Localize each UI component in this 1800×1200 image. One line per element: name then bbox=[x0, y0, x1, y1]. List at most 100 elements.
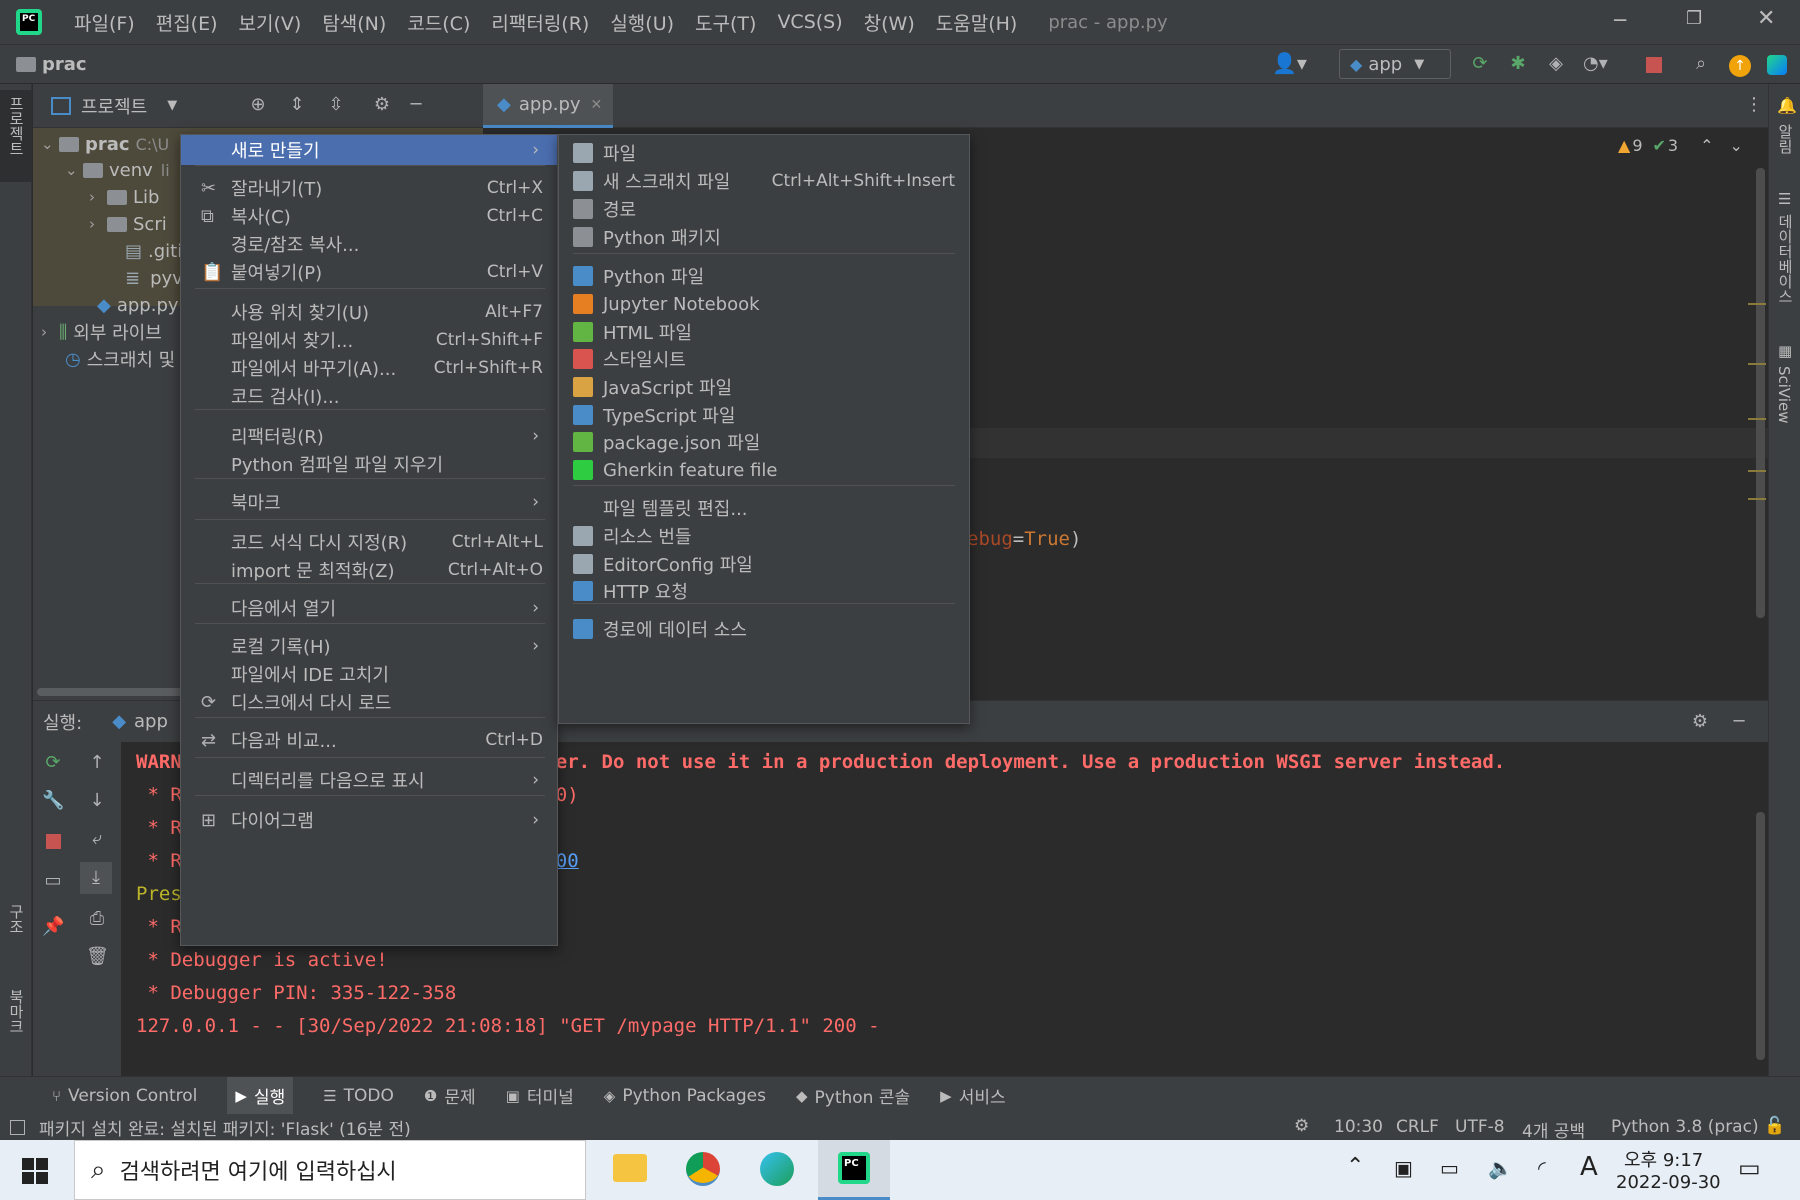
locate-icon[interactable]: ⊕ bbox=[247, 94, 269, 116]
context-menu-item[interactable]: Python 컴파일 파일 지우기 bbox=[181, 449, 557, 479]
up-arrow-icon[interactable]: ↑ bbox=[86, 752, 108, 774]
file-encoding[interactable]: UTF-8 bbox=[1455, 1117, 1505, 1137]
menu-item[interactable]: 탐색(N) bbox=[322, 9, 386, 36]
context-menu-item[interactable]: ⊞ 다이어그램 › bbox=[181, 805, 557, 835]
submenu-item[interactable]: 경로 bbox=[559, 194, 969, 224]
context-menu-item[interactable]: 로컬 기록(H) › bbox=[181, 631, 557, 661]
run-tab-app[interactable]: app bbox=[134, 711, 168, 732]
context-menu-item[interactable]: 리팩터링(R) › bbox=[181, 421, 557, 451]
next-highlight-icon[interactable]: ⌄ bbox=[1730, 136, 1743, 155]
context-menu-item[interactable]: 파일에서 IDE 고치기 bbox=[181, 659, 557, 689]
breadcrumb-project[interactable]: prac bbox=[42, 54, 87, 75]
submenu-item[interactable]: JavaScript 파일 bbox=[559, 372, 969, 402]
wifi-icon[interactable]: ◜ bbox=[1538, 1156, 1546, 1180]
pycharm-logo-icon[interactable]: PC bbox=[16, 9, 42, 35]
stop-icon[interactable] bbox=[1646, 57, 1662, 73]
tree-item-scripts[interactable]: › Scri bbox=[89, 210, 167, 238]
tab-python-packages[interactable]: ◈ Python Packages bbox=[604, 1086, 766, 1106]
submenu-item[interactable]: 리소스 번들 bbox=[559, 521, 969, 551]
hide-icon[interactable]: ─ bbox=[1728, 711, 1750, 733]
menu-item[interactable]: VCS(S) bbox=[777, 11, 842, 33]
pycharm-taskbar-button[interactable]: PC bbox=[818, 1140, 890, 1200]
python-interpreter[interactable]: Python 3.8 (prac) bbox=[1611, 1117, 1759, 1137]
menu-item[interactable]: 리팩터링(R) bbox=[491, 9, 589, 36]
file-explorer-icon[interactable] bbox=[613, 1154, 647, 1182]
context-menu-item[interactable]: 파일에서 찾기... Ctrl+Shift+F bbox=[181, 325, 557, 355]
menu-item[interactable]: 도움말(H) bbox=[936, 9, 1018, 36]
bookmarks-tool-tab[interactable]: 북마크 bbox=[6, 989, 27, 1034]
structure-tool-tab[interactable]: 구조 bbox=[6, 904, 27, 934]
project-tool-tab[interactable]: 프로젝트 bbox=[0, 90, 32, 182]
wrench-icon[interactable]: 🔧 bbox=[42, 790, 64, 812]
sciview-icon[interactable]: ▦ bbox=[1778, 342, 1792, 360]
menu-item[interactable]: 보기(V) bbox=[239, 9, 302, 36]
close-icon[interactable]: ✕ bbox=[1757, 6, 1775, 31]
menu-item[interactable]: 파일(F) bbox=[74, 9, 135, 36]
console-scrollbar[interactable] bbox=[1756, 812, 1765, 1060]
submenu-item[interactable]: EditorConfig 파일 bbox=[559, 549, 969, 579]
submenu-item[interactable]: HTML 파일 bbox=[559, 317, 969, 347]
notification-center-icon[interactable]: ▭ bbox=[1738, 1154, 1761, 1182]
database-icon[interactable]: ☰ bbox=[1778, 190, 1791, 208]
chevron-down-icon[interactable]: ▼ bbox=[167, 98, 177, 113]
battery-icon[interactable]: ▭ bbox=[1440, 1156, 1459, 1180]
status-message[interactable]: 패키지 설치 완료: 설치된 패키지: 'Flask' (16분 전) bbox=[39, 1115, 411, 1140]
debug-icon[interactable]: ✱ bbox=[1507, 53, 1529, 75]
submenu-item[interactable]: Python 패키지 bbox=[559, 222, 969, 252]
submenu-item[interactable]: Jupyter Notebook bbox=[559, 289, 969, 319]
restore-icon[interactable]: ❐ bbox=[1686, 8, 1702, 29]
inspection-widget[interactable]: ▲ 9 ✔ 3 ⌃ ⌄ bbox=[1618, 136, 1743, 155]
context-menu-item[interactable]: 파일에서 바꾸기(A)... Ctrl+Shift+R bbox=[181, 353, 557, 383]
trash-icon[interactable]: 🗑 bbox=[86, 946, 109, 968]
chevron-up-icon[interactable]: ⌃ bbox=[1346, 1154, 1364, 1179]
update-icon[interactable]: ↑ bbox=[1729, 55, 1751, 77]
collapse-all-icon[interactable]: ⇳ bbox=[325, 94, 347, 116]
tree-item-venv[interactable]: ⌄ venv li bbox=[65, 156, 170, 184]
submenu-item[interactable]: Python 파일 bbox=[559, 261, 969, 291]
context-menu-item[interactable]: 다음에서 열기 › bbox=[181, 593, 557, 623]
lock-icon[interactable]: 🔓 bbox=[1764, 1116, 1785, 1136]
tab-app-py[interactable]: ◆ app.py ✕ bbox=[483, 84, 613, 128]
ime-indicator[interactable]: A bbox=[1580, 1152, 1598, 1182]
stop-icon[interactable] bbox=[46, 834, 61, 849]
clock-date[interactable]: 2022-09-30 bbox=[1616, 1172, 1721, 1193]
expand-all-icon[interactable]: ⇕ bbox=[286, 94, 308, 116]
horizontal-scrollbar[interactable] bbox=[37, 688, 187, 696]
context-menu-item[interactable]: 경로/참조 복사... bbox=[181, 229, 557, 259]
scroll-to-end-icon[interactable]: ⤓ bbox=[80, 862, 112, 894]
layout-icon[interactable]: ▭ bbox=[42, 870, 64, 892]
notifications-icon[interactable]: 🔔 bbox=[1777, 96, 1797, 115]
tree-item-app-py[interactable]: ◆ app.py bbox=[97, 291, 179, 319]
submenu-item[interactable]: 파일 템플릿 편집... bbox=[559, 493, 969, 523]
submenu-item[interactable]: 새 스크래치 파일 Ctrl+Alt+Shift+Insert bbox=[559, 166, 969, 196]
edge-icon[interactable] bbox=[760, 1152, 794, 1186]
line-separator[interactable]: CRLF bbox=[1396, 1117, 1439, 1137]
coverage-icon[interactable]: ◈ bbox=[1545, 53, 1567, 75]
console-link[interactable]: 00 bbox=[556, 850, 579, 872]
submenu-item[interactable]: 경로에 데이터 소스 bbox=[559, 614, 969, 644]
tab-python-console[interactable]: ◆ Python 콘솔 bbox=[796, 1083, 910, 1109]
sciview-tool-tab[interactable]: SciView bbox=[1775, 366, 1793, 424]
jetbrains-ai-icon[interactable] bbox=[1767, 55, 1787, 75]
volume-icon[interactable]: 🔈 bbox=[1488, 1156, 1513, 1180]
vertical-scrollbar[interactable] bbox=[1756, 168, 1765, 618]
submenu-item[interactable]: package.json 파일 bbox=[559, 427, 969, 457]
context-menu-item[interactable]: 북마크 › bbox=[181, 487, 557, 517]
windows-start-icon[interactable] bbox=[22, 1158, 48, 1184]
menu-item[interactable]: 실행(U) bbox=[610, 9, 674, 36]
submenu-item[interactable]: TypeScript 파일 bbox=[559, 400, 969, 430]
menu-item[interactable]: 코드(C) bbox=[407, 9, 470, 36]
pin-icon[interactable]: 📌 bbox=[42, 916, 64, 938]
context-menu-item[interactable]: 새로 만들기 › bbox=[181, 135, 557, 165]
project-view-label[interactable]: 프로젝트 bbox=[81, 93, 147, 119]
more-options-icon[interactable]: ⋮ bbox=[1745, 94, 1763, 115]
status-toggle-icon[interactable] bbox=[10, 1119, 25, 1135]
submenu-item[interactable]: 스타일시트 bbox=[559, 344, 969, 374]
context-menu-item[interactable]: ✂ 잘라내기(T) Ctrl+X bbox=[181, 173, 557, 203]
context-menu-item[interactable]: import 문 최적화(Z) Ctrl+Alt+O bbox=[181, 555, 557, 585]
previous-highlight-icon[interactable]: ⌃ bbox=[1700, 136, 1713, 155]
minimize-icon[interactable]: ─ bbox=[1614, 8, 1626, 32]
tab-close-icon[interactable]: ✕ bbox=[591, 97, 603, 113]
tab-problems[interactable]: ❶ 문제 bbox=[424, 1083, 476, 1109]
tab-version-control[interactable]: ⑂ Version Control bbox=[52, 1086, 197, 1106]
